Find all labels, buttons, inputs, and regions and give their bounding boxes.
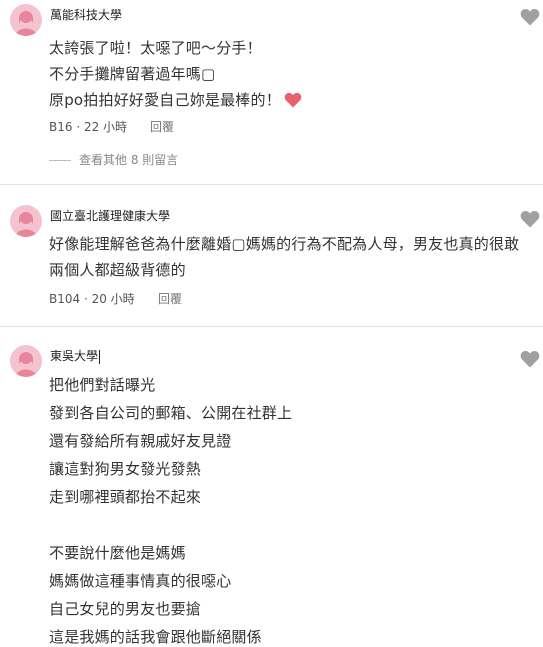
comment-text-line: 原po拍拍好好愛自己妳是最棒的！ (49, 89, 302, 112)
comment-text-line: 把他們對話曝光 (49, 376, 156, 394)
floor-number: B16 (49, 120, 73, 134)
divider (0, 326, 543, 327)
comment-text-line: 媽媽做這種事情真的很噁心 (49, 572, 232, 590)
floor-number: B104 (49, 292, 81, 306)
red-heart-emoji-icon (284, 92, 302, 112)
female-avatar-icon[interactable] (10, 4, 42, 36)
school-name[interactable]: 東吳大學 (50, 347, 101, 364)
comment-text-line: 讓這對狗男女發光發熱 (49, 460, 202, 478)
heart-icon[interactable] (520, 8, 540, 26)
female-avatar-icon[interactable] (10, 345, 42, 377)
comment-meta: B104 · 20 小時 (49, 292, 135, 306)
school-name[interactable]: 國立臺北護理健康大學 (50, 207, 170, 224)
comment-text-line: 走到哪裡頭都抬不起來 (49, 488, 202, 506)
comment-text-line: 兩個人都超級背德的 (49, 261, 186, 279)
school-name[interactable]: 萬能科技大學 (50, 6, 122, 23)
timestamp: 20 小時 (91, 292, 135, 306)
text-cursor (99, 349, 101, 364)
comment-text: 原po拍拍好好愛自己妳是最棒的！ (49, 91, 281, 109)
heart-icon[interactable] (520, 350, 540, 368)
timestamp: 22 小時 (83, 120, 128, 134)
reply-button[interactable]: 回覆 (150, 118, 174, 135)
comment-meta: B16 · 22 小時 (49, 120, 128, 134)
comment-text-line: 這是我媽的話我會跟他斷絕關係 (49, 628, 262, 646)
comment-text-line: 還有發給所有親戚好友見證 (49, 432, 232, 450)
comment-text-line: 好像能理解爸爸為什麼離婚▢媽媽的行為不配為人母，男友也真的很敢 (49, 235, 520, 253)
view-more-replies-button[interactable]: 查看其他 8 則留言 (49, 151, 178, 168)
comment-text-line: 不分手攤牌留著過年嗎▢ (49, 65, 216, 83)
comment-text-line: 不要說什麼他是媽媽 (49, 544, 186, 562)
comment-text-line: 發到各自公司的郵箱、公開在社群上 (49, 404, 293, 422)
comment-text-line: 太誇張了啦！太噁了吧～分手！ (49, 39, 262, 57)
divider-dash (49, 160, 71, 161)
comment-text-line: 自己女兒的男友也要搶 (49, 600, 202, 618)
reply-button[interactable]: 回覆 (158, 290, 182, 307)
female-avatar-icon[interactable] (10, 205, 42, 237)
heart-icon[interactable] (520, 210, 540, 228)
divider (0, 184, 543, 185)
